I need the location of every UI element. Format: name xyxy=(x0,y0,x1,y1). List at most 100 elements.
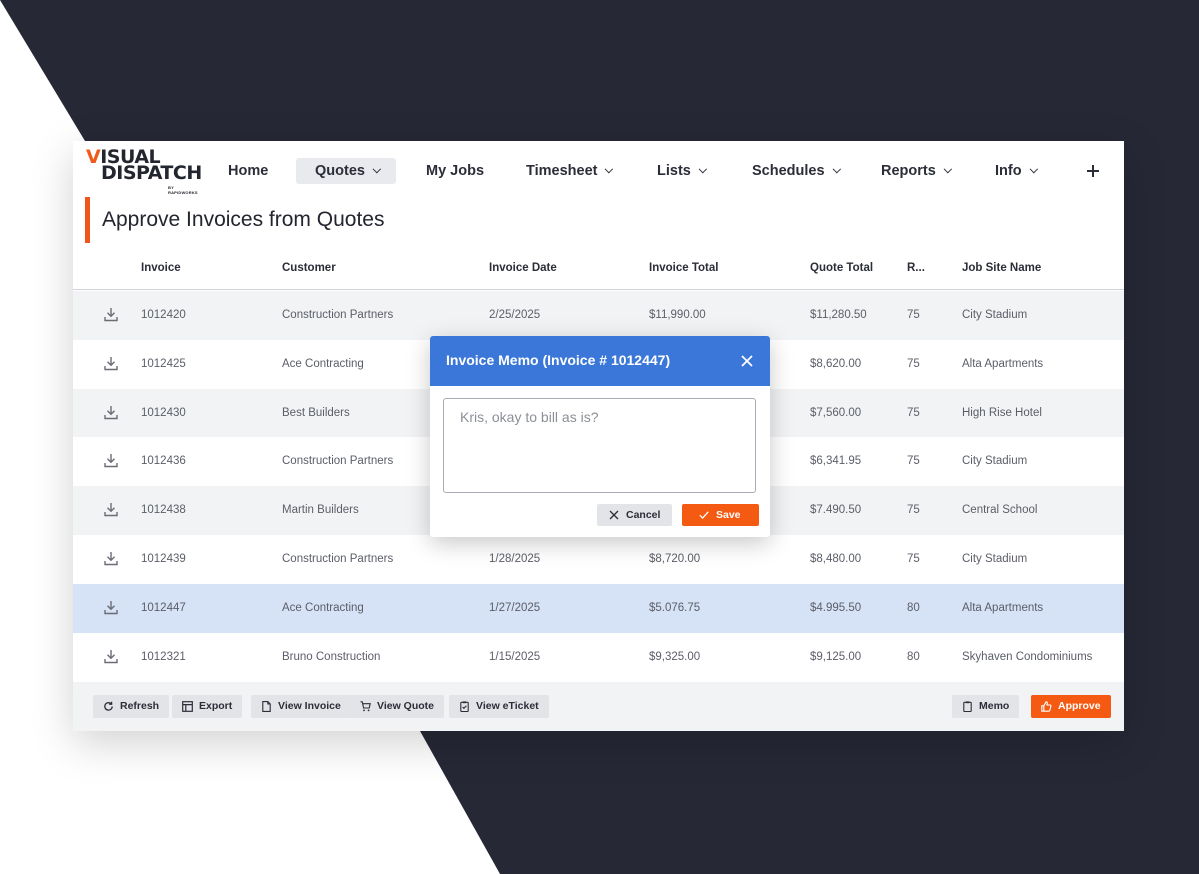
cell-invoice-total: $8,720.00 xyxy=(649,552,701,565)
cell-invoice-date: 1/28/2025 xyxy=(489,552,541,565)
nav-timesheet[interactable]: Timesheet xyxy=(526,158,614,184)
cancel-button[interactable]: Cancel xyxy=(597,504,673,526)
cell-r: 75 xyxy=(907,455,920,468)
download-icon[interactable] xyxy=(104,649,118,664)
cart-icon xyxy=(360,701,371,712)
view-invoice-button[interactable]: View Invoice xyxy=(251,695,351,718)
thumbs-up-icon xyxy=(1041,701,1052,712)
nav-info[interactable]: Info xyxy=(995,158,1038,184)
cell-job-site: Alta Apartments xyxy=(962,357,1044,370)
column-header-job-site[interactable]: Job Site Name xyxy=(962,262,1041,274)
view-quote-button[interactable]: View Quote xyxy=(350,695,444,718)
download-icon[interactable] xyxy=(104,405,118,420)
plus-icon[interactable] xyxy=(1082,159,1104,183)
table-row[interactable]: 1012439 Construction Partners 1/28/2025 … xyxy=(73,535,1124,584)
cell-customer: Construction Partners xyxy=(282,455,394,468)
dialog-header: Invoice Memo (Invoice # 1012447) xyxy=(430,336,770,386)
close-icon[interactable] xyxy=(739,353,755,369)
nav-quotes[interactable]: Quotes xyxy=(296,158,396,184)
memo-textarea[interactable]: Kris, okay to bill as is? xyxy=(443,398,756,493)
cell-quote-total: $7,560.00 xyxy=(810,406,862,419)
table-icon xyxy=(182,701,193,712)
memo-button[interactable]: Memo xyxy=(952,695,1020,718)
cell-quote-total: $6,341.95 xyxy=(810,455,862,468)
clipboard-icon xyxy=(963,701,972,712)
column-header-quote-total[interactable]: Quote Total xyxy=(810,262,873,274)
cell-job-site: City Stadium xyxy=(962,552,1028,565)
check-icon xyxy=(699,511,709,519)
cell-invoice-date: 1/15/2025 xyxy=(489,650,541,663)
table-row[interactable]: 1012321 Bruno Construction 1/15/2025 $9,… xyxy=(73,633,1124,682)
close-icon xyxy=(609,510,619,520)
cell-invoice-total: $5.076.75 xyxy=(649,601,701,614)
nav-home[interactable]: Home xyxy=(228,158,268,184)
column-header-r[interactable]: R... xyxy=(907,262,925,274)
column-header-invoice-total[interactable]: Invoice Total xyxy=(649,262,718,274)
cell-quote-total: $8,620.00 xyxy=(810,357,862,370)
column-header-invoice[interactable]: Invoice xyxy=(141,262,181,274)
approve-button[interactable]: Approve xyxy=(1031,695,1111,718)
nav-schedules[interactable]: Schedules xyxy=(752,158,841,184)
cell-job-site: City Stadium xyxy=(962,309,1028,321)
save-button[interactable]: Save xyxy=(682,504,759,526)
logo-line-2: DISPATCH xyxy=(101,162,202,184)
cell-customer: Construction Partners xyxy=(282,309,394,321)
cell-invoice-date: 2/25/2025 xyxy=(489,309,541,321)
table-row[interactable]: 1012420 Construction Partners 2/25/2025 … xyxy=(73,291,1124,340)
cell-customer: Ace Contracting xyxy=(282,601,364,614)
cell-r: 80 xyxy=(907,601,920,614)
cell-invoice: 1012447 xyxy=(141,601,186,614)
cell-job-site: Skyhaven Condominiums xyxy=(962,650,1093,663)
chevron-down-icon xyxy=(698,164,707,174)
view-eticket-button[interactable]: View eTicket xyxy=(449,695,549,718)
cell-quote-total: $9,125.00 xyxy=(810,650,862,663)
nav-reports[interactable]: Reports xyxy=(881,158,952,184)
nav-lists[interactable]: Lists xyxy=(657,158,707,184)
chevron-down-icon xyxy=(832,164,841,174)
cell-invoice: 1012436 xyxy=(141,455,186,468)
document-icon xyxy=(262,701,271,712)
cell-r: 75 xyxy=(907,357,920,370)
cell-r: 75 xyxy=(907,504,920,517)
page-title: Approve Invoices from Quotes xyxy=(102,208,385,231)
refresh-icon xyxy=(104,701,113,711)
download-icon[interactable] xyxy=(104,600,118,615)
cell-invoice: 1012425 xyxy=(141,357,186,370)
cell-quote-total: $8,480.00 xyxy=(810,552,862,565)
refresh-button[interactable]: Refresh xyxy=(93,695,170,718)
download-icon[interactable] xyxy=(104,453,118,468)
table-header: Invoice Customer Invoice Date Invoice To… xyxy=(73,251,1124,290)
title-accent-bar xyxy=(85,197,90,243)
cell-customer: Best Builders xyxy=(282,406,350,419)
cell-r: 75 xyxy=(907,552,920,565)
cell-invoice-total: $11,990.00 xyxy=(649,309,706,321)
column-header-invoice-date[interactable]: Invoice Date xyxy=(489,262,557,274)
cell-invoice: 1012438 xyxy=(141,504,186,517)
cell-r: 75 xyxy=(907,309,920,321)
cell-invoice-total: $9,325.00 xyxy=(649,650,701,663)
cell-job-site: High Rise Hotel xyxy=(962,406,1042,419)
export-button[interactable]: Export xyxy=(172,695,243,718)
cell-r: 75 xyxy=(907,406,920,419)
cell-quote-total: $4.995.50 xyxy=(810,601,862,614)
download-icon[interactable] xyxy=(104,502,118,517)
cell-invoice: 1012420 xyxy=(141,309,186,321)
column-header-customer[interactable]: Customer xyxy=(282,262,336,274)
brand-logo[interactable]: VISUAL DISPATCH BY RAPIDWORKS xyxy=(86,148,204,196)
dialog-title: Invoice Memo (Invoice # 1012447) xyxy=(446,352,671,368)
cell-invoice: 1012439 xyxy=(141,552,186,565)
invoice-memo-dialog: Invoice Memo (Invoice # 1012447) Kris, o… xyxy=(430,336,770,537)
top-navigation: VISUAL DISPATCH BY RAPIDWORKS Home Quote… xyxy=(73,141,1124,201)
download-icon[interactable] xyxy=(104,356,118,371)
download-icon[interactable] xyxy=(104,307,118,322)
cell-customer: Bruno Construction xyxy=(282,650,381,663)
cell-quote-total: $11,280.50 xyxy=(810,309,867,321)
chevron-down-icon xyxy=(372,164,382,174)
table-row-selected[interactable]: 1012447 Ace Contracting 1/27/2025 $5.076… xyxy=(73,583,1124,633)
clipboard-check-icon xyxy=(460,701,469,712)
download-icon[interactable] xyxy=(104,551,118,566)
nav-my-jobs[interactable]: My Jobs xyxy=(426,158,484,184)
cell-job-site: City Stadium xyxy=(962,455,1028,468)
cell-customer: Martin Builders xyxy=(282,504,359,517)
cell-job-site: Central School xyxy=(962,504,1038,517)
